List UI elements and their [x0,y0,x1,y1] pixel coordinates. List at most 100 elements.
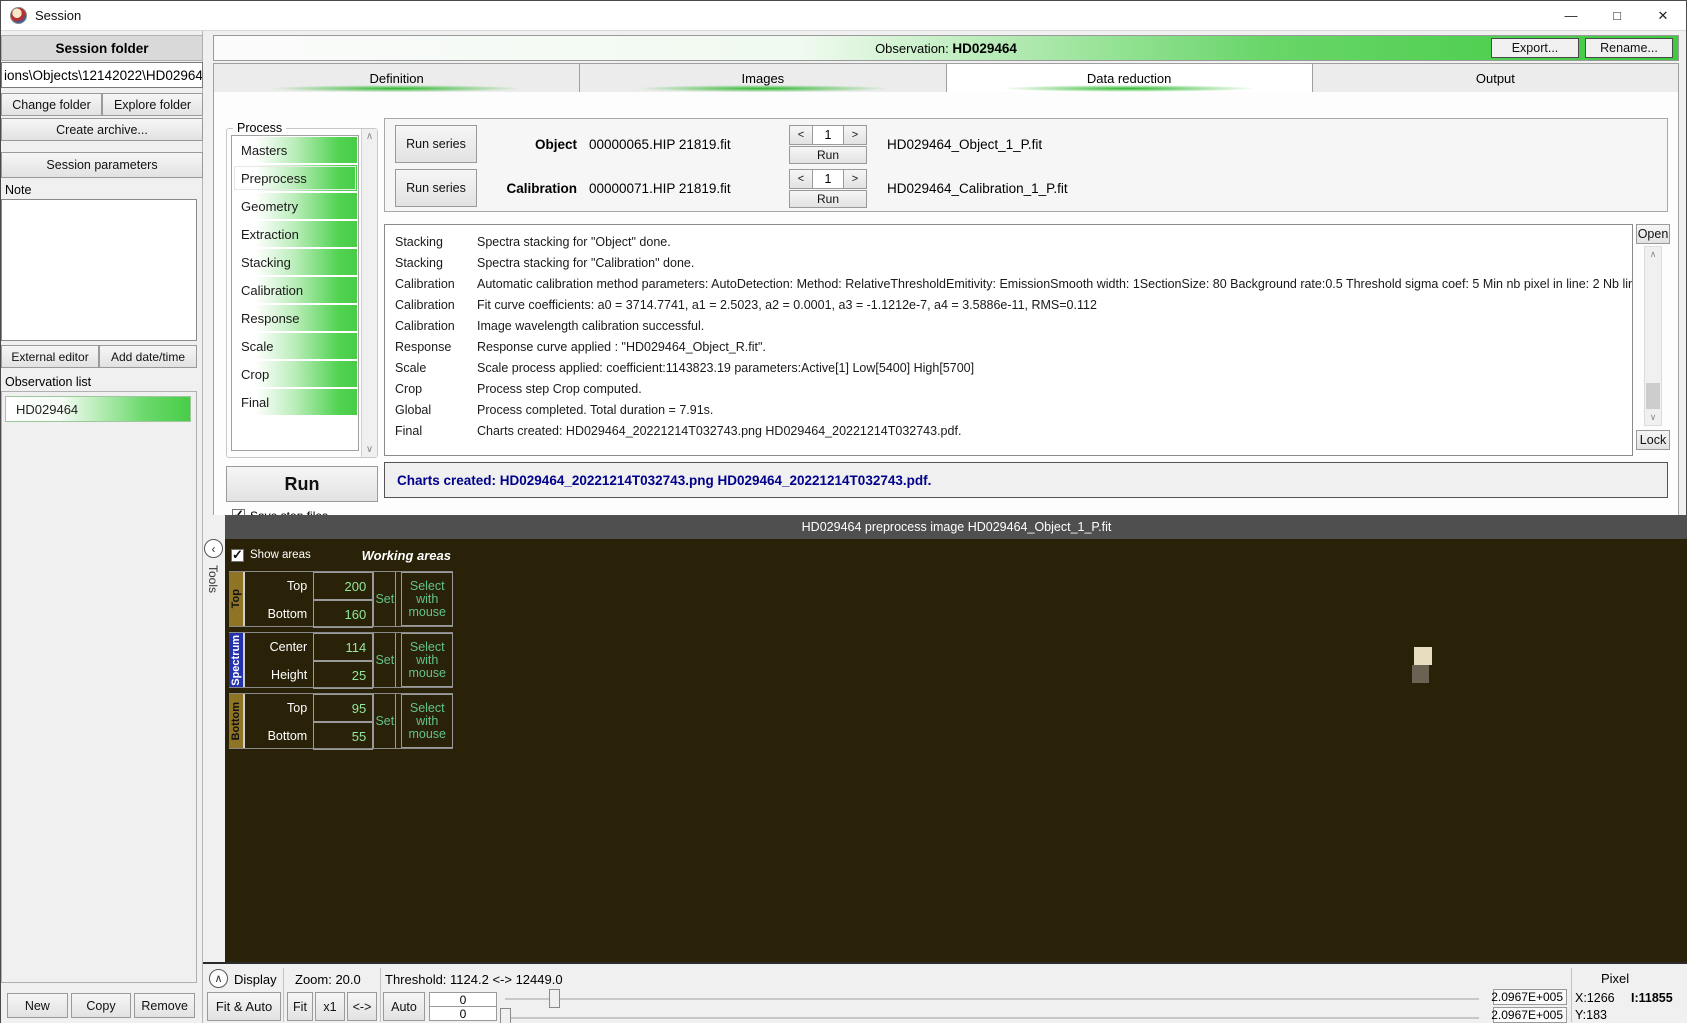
note-textarea[interactable] [1,199,197,341]
area-height-value-field[interactable]: 25 [313,661,373,689]
area-tab-spectrum[interactable]: Spectrum [229,633,245,687]
process-list-scrollbar[interactable]: ∧ ∨ [361,129,377,457]
area-bottom-value-field[interactable]: 55 [313,722,373,750]
preprocess-image-view[interactable]: Show areas Working areas Top Top 200 Bot… [225,539,1687,962]
set-button[interactable]: Set [373,633,396,687]
area-tab-bottom[interactable]: Bottom [229,694,245,748]
auto-threshold-button[interactable]: Auto [383,992,425,1021]
run-calibration-button[interactable]: Run [789,190,867,208]
close-button[interactable]: ✕ [1640,1,1686,31]
data-reduction-panel: Process Masters Preprocess Geometry Extr… [213,92,1679,535]
add-datetime-button[interactable]: Add date/time [99,345,197,368]
area-center-value-field[interactable]: 114 [313,633,373,661]
process-step-geometry[interactable]: Geometry [233,193,357,219]
copy-observation-button[interactable]: Copy [71,993,132,1018]
rename-button[interactable]: Rename... [1585,38,1673,58]
log-message: Response curve applied : "HD029464_Objec… [477,340,1632,354]
process-step-extraction[interactable]: Extraction [233,221,357,247]
file-index-field[interactable]: 1 [813,125,843,145]
observation-list-item[interactable]: HD029464 [5,396,191,422]
log-message: Process completed. Total duration = 7.91… [477,403,1632,417]
change-folder-button[interactable]: Change folder [1,93,102,116]
process-step-stacking[interactable]: Stacking [233,249,357,275]
process-step-calibration[interactable]: Calibration [233,277,357,303]
app-window: Session — □ ✕ Session folder ions\Object… [0,0,1687,1023]
process-step-final[interactable]: Final [233,389,357,415]
log-step: Calibration [385,298,477,312]
log-scrollbar[interactable]: ∧ ∨ [1644,246,1662,426]
tab-images[interactable]: Images [580,63,946,93]
session-parameters-button[interactable]: Session parameters [1,152,203,178]
display-label: Display [234,972,277,987]
open-button[interactable]: Open [1636,224,1670,244]
maximize-button[interactable]: □ [1594,1,1640,31]
calibration-index-stepper: < 1 > Run [789,169,867,208]
pixel-y-coordinate: Y:183 [1575,1008,1607,1022]
threshold-high-slider-handle[interactable] [549,989,560,1008]
select-with-mouse-button[interactable]: Select with mouse [401,633,453,687]
process-step-crop[interactable]: Crop [233,361,357,387]
image-marker-dark [1412,665,1429,683]
threshold-low-slider-handle[interactable] [500,1008,511,1023]
area-tab-top[interactable]: Top [229,572,245,626]
show-areas-checkbox[interactable] [231,549,244,562]
scrollbar-thumb[interactable] [1646,383,1660,409]
tab-definition[interactable]: Definition [213,63,580,93]
zoom-x1-button[interactable]: x1 [315,992,345,1021]
observation-list-label: Observation list [5,375,91,389]
run-series-calibration-button[interactable]: Run series [395,169,477,207]
collapse-tools-button[interactable]: ‹ [204,539,223,558]
set-button[interactable]: Set [373,572,396,626]
file-index-field[interactable]: 1 [813,169,843,189]
process-step-preprocess[interactable]: Preprocess [233,165,357,191]
process-step-response[interactable]: Response [233,305,357,331]
scroll-up-icon[interactable]: ∧ [366,131,373,142]
log-step: Calibration [385,319,477,333]
lock-button[interactable]: Lock [1636,430,1670,450]
scroll-up-icon[interactable]: ∧ [1645,249,1661,260]
area-top-value-field[interactable]: 95 [313,694,373,722]
new-observation-button[interactable]: New [7,993,68,1018]
fit-button[interactable]: Fit [287,992,313,1021]
prev-file-button[interactable]: < [789,125,813,145]
remove-observation-button[interactable]: Remove [134,993,195,1018]
area-top-value-field[interactable]: 200 [313,572,373,600]
select-with-mouse-button[interactable]: Select with mouse [401,694,453,748]
set-button[interactable]: Set [373,694,396,748]
collapse-display-button[interactable]: ∧ [209,969,228,988]
prev-file-button[interactable]: < [789,169,813,189]
export-button[interactable]: Export... [1491,38,1579,58]
log-row: ResponseResponse curve applied : "HD0294… [385,336,1632,357]
minimize-button[interactable]: — [1548,1,1594,31]
scroll-down-icon[interactable]: ∨ [366,444,373,455]
create-archive-button[interactable]: Create archive... [1,118,203,141]
log-side-controls: Open ∧ ∨ Lock [1636,224,1670,456]
tab-images-label: Images [742,71,785,86]
next-file-button[interactable]: > [843,125,867,145]
area-row-label: Top [245,694,313,722]
explore-folder-button[interactable]: Explore folder [102,93,203,116]
level-low-field[interactable]: 2.0967E+005 [1493,1007,1567,1023]
run-button[interactable]: Run [226,466,378,502]
run-series-object-button[interactable]: Run series [395,125,477,163]
note-label: Note [5,183,31,197]
threshold-high-spinner[interactable]: 0 [429,992,497,1007]
fit-and-auto-button[interactable]: Fit & Auto [207,992,281,1021]
threshold-high-slider-track[interactable] [505,998,1479,1000]
pan-button[interactable]: <-> [347,992,377,1021]
tab-output[interactable]: Output [1313,63,1679,93]
area-bottom-value-field[interactable]: 160 [313,600,373,628]
external-editor-button[interactable]: External editor [1,345,99,368]
tab-data-reduction[interactable]: Data reduction [947,63,1313,93]
threshold-low-spinner[interactable]: 0 [429,1006,497,1021]
run-object-button[interactable]: Run [789,146,867,164]
process-step-masters[interactable]: Masters [233,137,357,163]
scroll-down-icon[interactable]: ∨ [1645,412,1661,423]
process-step-scale[interactable]: Scale [233,333,357,359]
session-path-field[interactable]: ions\Objects\12142022\HD029646 [1,62,203,88]
threshold-low-slider-track[interactable] [505,1017,1479,1019]
level-high-field[interactable]: 2.0967E+005 [1493,989,1567,1005]
select-with-mouse-button[interactable]: Select with mouse [401,572,453,626]
series-output-file: HD029464_Calibration_1_P.fit [867,181,1068,196]
next-file-button[interactable]: > [843,169,867,189]
